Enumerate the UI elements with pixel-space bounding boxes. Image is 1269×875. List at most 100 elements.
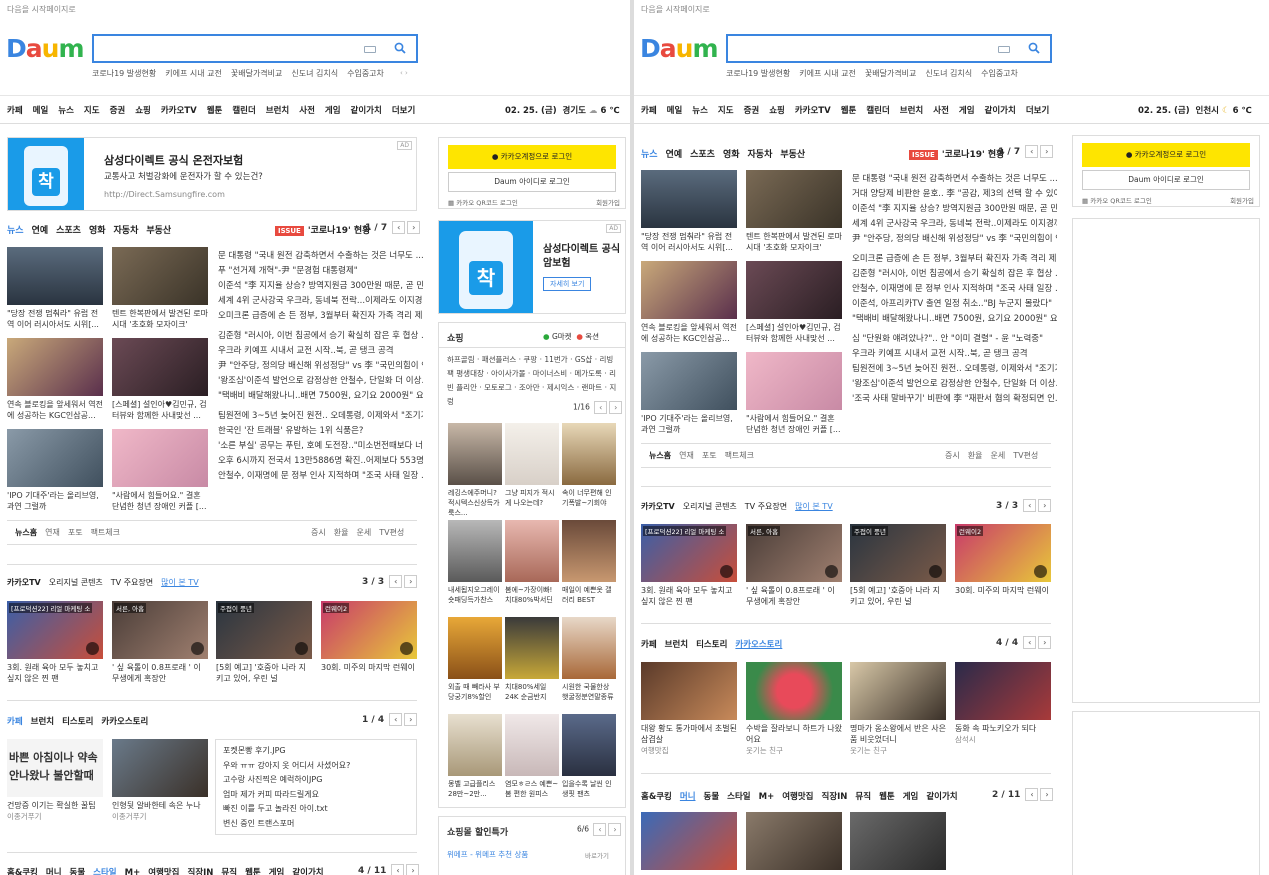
tab-kakaostory[interactable]: 카카오스토리 bbox=[735, 640, 782, 650]
menu-item[interactable]: 웹툰 bbox=[841, 106, 857, 116]
news-headline[interactable]: "택배비 배달해왔나니..배면 7500원, 요기요 2000원" 요지... bbox=[218, 389, 423, 404]
story-item[interactable]: 수박을 잘라보니 하트가 나왔어요 웃기는 친구 bbox=[746, 662, 842, 756]
news-headline[interactable]: '조국 사태 말바꾸기' 비판에 李 "재판서 혐의 확정되면 인... bbox=[852, 392, 1057, 407]
menu-item[interactable]: 카페 bbox=[7, 106, 23, 116]
video-item[interactable]: [프로덕션22] 리얼 마케팅 소 3회. 원래 육아 모두 놓치고 싶지 않은 … bbox=[7, 601, 103, 684]
gmarket-link[interactable]: G마켓 bbox=[552, 332, 572, 341]
shop-item[interactable]: 외출 때 빼라사 부당궁기8%할인 bbox=[448, 617, 502, 702]
news-headline[interactable]: 거대 양당제 비판한 윤호.. 李 "공감, 제3의 선택 할 수 있어... bbox=[852, 187, 1057, 202]
daum-login-button[interactable]: Daum 아이디로 로그인 bbox=[1082, 170, 1250, 190]
tab-original[interactable]: 오리지널 콘텐츠 bbox=[49, 578, 103, 587]
menu-item-more[interactable]: 더보기 bbox=[1026, 106, 1049, 116]
shop-item[interactable]: 속이 너무편해 인기폭발~기회야 bbox=[562, 423, 616, 508]
sale-link[interactable]: 위메프 - 위메프 추천 상품 bbox=[447, 849, 528, 860]
shop-item[interactable]: 봄에~가장이빠! 치대80%박서딘 bbox=[505, 520, 559, 605]
video-item[interactable]: [프로덕션22] 리얼 마케팅 소 3회. 원래 육아 모두 놓치고 싶지 않은 … bbox=[641, 524, 737, 607]
menu-item[interactable]: 지도 bbox=[718, 106, 734, 116]
prev-button[interactable]: ‹ bbox=[391, 864, 405, 875]
menu-item[interactable]: 웹툰 bbox=[207, 106, 223, 116]
menu-item[interactable]: 사전 bbox=[299, 106, 315, 116]
keyword[interactable]: 코로나19 발생현황 bbox=[726, 69, 790, 78]
next-button[interactable]: › bbox=[608, 823, 622, 836]
tab-entertain[interactable]: 연예 bbox=[666, 150, 683, 160]
news-headline[interactable]: 세계 4위 군사강국 우크라, 동네북 전락...이제라도 이지경까지 bbox=[218, 294, 423, 309]
news-thumb[interactable]: 연속 블로킹을 앞세워서 역전에 성공하는 KGC인삼공... bbox=[7, 338, 103, 421]
keyword[interactable]: 수입중고차 bbox=[347, 69, 384, 78]
menu-item[interactable]: 카페 bbox=[641, 106, 657, 116]
subnav-link[interactable]: 증시 bbox=[945, 451, 960, 460]
video-item[interactable]: 주접이 풍년 [5회 예고] '호중아 나라 지키고 있어, 우린 널 bbox=[216, 601, 312, 684]
date-weather[interactable]: 02. 25. (금) 경기도 ☁ 6 ℃ bbox=[505, 104, 620, 116]
menu-item[interactable]: 뉴스 bbox=[58, 106, 74, 116]
tab-tistory[interactable]: 티스토리 bbox=[62, 717, 93, 727]
tab-game[interactable]: 게임 bbox=[903, 792, 919, 802]
subnav-link[interactable]: 팩트체크 bbox=[725, 451, 754, 460]
tab-animal[interactable]: 동물 bbox=[70, 868, 86, 875]
shop-item[interactable]: 시원한 국물한상 햇굴정분연말종류 bbox=[562, 617, 616, 702]
menu-item[interactable]: 뉴스 bbox=[692, 106, 708, 116]
side-ad-button[interactable]: 자세히 보기 bbox=[543, 277, 592, 291]
daum-logo[interactable]: Daum bbox=[640, 34, 719, 63]
tab-car[interactable]: 자동차 bbox=[748, 150, 773, 160]
menu-item[interactable]: 메일 bbox=[667, 106, 683, 116]
join-link[interactable]: 회원가입 bbox=[1230, 195, 1254, 205]
prev-button[interactable]: ‹ bbox=[389, 575, 403, 588]
daum-login-button[interactable]: Daum 아이디로 로그인 bbox=[448, 172, 616, 192]
keyword[interactable]: 꽃배달가격비교 bbox=[865, 69, 917, 78]
tab-webtoon[interactable]: 웹툰 bbox=[879, 792, 895, 802]
menu-item[interactable]: 브런치 bbox=[900, 106, 923, 116]
menu-item-more[interactable]: 더보기 bbox=[392, 106, 415, 116]
keyword[interactable]: 코로나19 발생현황 bbox=[92, 69, 156, 78]
subnav-link[interactable]: 운세 bbox=[990, 451, 1005, 460]
tab-money[interactable]: 머니 bbox=[680, 792, 696, 802]
news-headline[interactable]: 문 대통령 "국내 원전 감축하면서 수출하는 것은 너무도 ... bbox=[218, 249, 423, 264]
cafe-post[interactable]: 엄마 제가 커피 따라드릴게요 bbox=[223, 788, 409, 803]
tab-estate[interactable]: 부동산 bbox=[780, 150, 805, 160]
menu-item[interactable]: 증권 bbox=[744, 106, 760, 116]
subnav-link[interactable]: 환율 bbox=[968, 451, 983, 460]
next-button[interactable]: › bbox=[406, 864, 420, 875]
news-headline[interactable]: 오미크론 급증에 손 든 정부, 3월부터 확진자 가족 격리 제외 bbox=[218, 309, 423, 324]
tab-original[interactable]: 오리지널 콘텐츠 bbox=[683, 502, 737, 511]
news-headline[interactable]: "택배비 배달해왔나니..배면 7500원, 요기요 2000원" 요지... bbox=[852, 312, 1057, 327]
qr-login-link[interactable]: ▦ 카카오 QR코드 로그인 bbox=[1082, 195, 1152, 205]
tab-music[interactable]: 뮤직 bbox=[221, 868, 237, 875]
side-ad[interactable]: 착 AD 삼성다이렉트 공식 암보험 자세히 보기 bbox=[438, 220, 626, 314]
keyboard-icon[interactable] bbox=[364, 46, 376, 53]
news-headline[interactable]: 푸 "선거제 개혁"-尹 "문경험 대통령제" bbox=[218, 264, 423, 279]
news-thumb[interactable]: "사람에서 힘들어요." 결혼 단념한 청년 장애인 커플 [... bbox=[112, 429, 208, 512]
date-weather[interactable]: 02. 25. (금) 인천시 ☾ 6 ℃ bbox=[1138, 104, 1252, 116]
tab-car[interactable]: 자동차 bbox=[114, 226, 139, 236]
auction-link[interactable]: 옥션 bbox=[585, 332, 599, 341]
next-button[interactable]: › bbox=[404, 713, 418, 726]
next-button[interactable]: › bbox=[1040, 788, 1054, 801]
next-button[interactable]: › bbox=[609, 401, 623, 414]
next-button[interactable]: › bbox=[1040, 145, 1054, 158]
news-headline[interactable]: 우크라 키예프 시내서 교전 시작..북, 곧 탱크 공격 bbox=[852, 347, 1057, 362]
start-page-link[interactable]: 다음을 시작페이지로 bbox=[7, 4, 76, 15]
shop-item[interactable]: 염모ㅎㄹ스 예쁜~봄 편한 원피스 bbox=[505, 714, 559, 799]
tab-work[interactable]: 직장IN bbox=[188, 868, 214, 875]
news-headline[interactable]: 팀원전에 3~5년 늦어진 원전.. 오데통령, 이제와서 "조기가... bbox=[852, 362, 1057, 377]
prev-button[interactable]: ‹ bbox=[389, 713, 403, 726]
menu-item[interactable]: 게임 bbox=[959, 106, 975, 116]
shop-item[interactable]: 몽벨 고급플리스 28만~2만... bbox=[448, 714, 502, 799]
menu-item[interactable]: 게임 bbox=[325, 106, 341, 116]
next-button[interactable]: › bbox=[404, 575, 418, 588]
sale-more-link[interactable]: 바로가기 bbox=[585, 850, 609, 860]
menu-item[interactable]: 사전 bbox=[933, 106, 949, 116]
keyword[interactable]: 꽃배달가격비교 bbox=[231, 69, 283, 78]
news-thumb[interactable]: 텐트 한복판에서 발견된 로마시대 '초호화 모자이크' bbox=[746, 170, 842, 253]
shopping-title[interactable]: 쇼핑 bbox=[447, 331, 464, 344]
news-headline[interactable]: 안철수, 이재명에 문 정부 인사 지적하며 "조국 사태 일장 ... bbox=[852, 282, 1057, 297]
news-headline[interactable]: 이준석 "李 지지율 상승? 방역지원금 300만원 때문, 곧 민... bbox=[218, 279, 423, 294]
tab-most-viewed[interactable]: 많이 본 TV bbox=[161, 578, 199, 587]
cafe-post[interactable]: 빠진 이를 두고 놀라진 아이.txt bbox=[223, 802, 409, 817]
next-button[interactable]: › bbox=[1038, 636, 1052, 649]
menu-item[interactable]: 지도 bbox=[84, 106, 100, 116]
shop-item[interactable]: 입을수록 날씬 인생핏 팬츠 bbox=[562, 714, 616, 799]
shop-item[interactable]: 매일이 예쁜옷 갤러리 BEST bbox=[562, 520, 616, 605]
news-thumb[interactable]: "당장 전쟁 멈춰라" 유럽 전역 이어 러시아서도 시위[... bbox=[641, 170, 737, 253]
cafe-post[interactable]: 포켓몬빵 후기.JPG bbox=[223, 744, 409, 759]
shop-item[interactable]: 내세됩지오그레이 숏패딩득가찬스 bbox=[448, 520, 502, 605]
